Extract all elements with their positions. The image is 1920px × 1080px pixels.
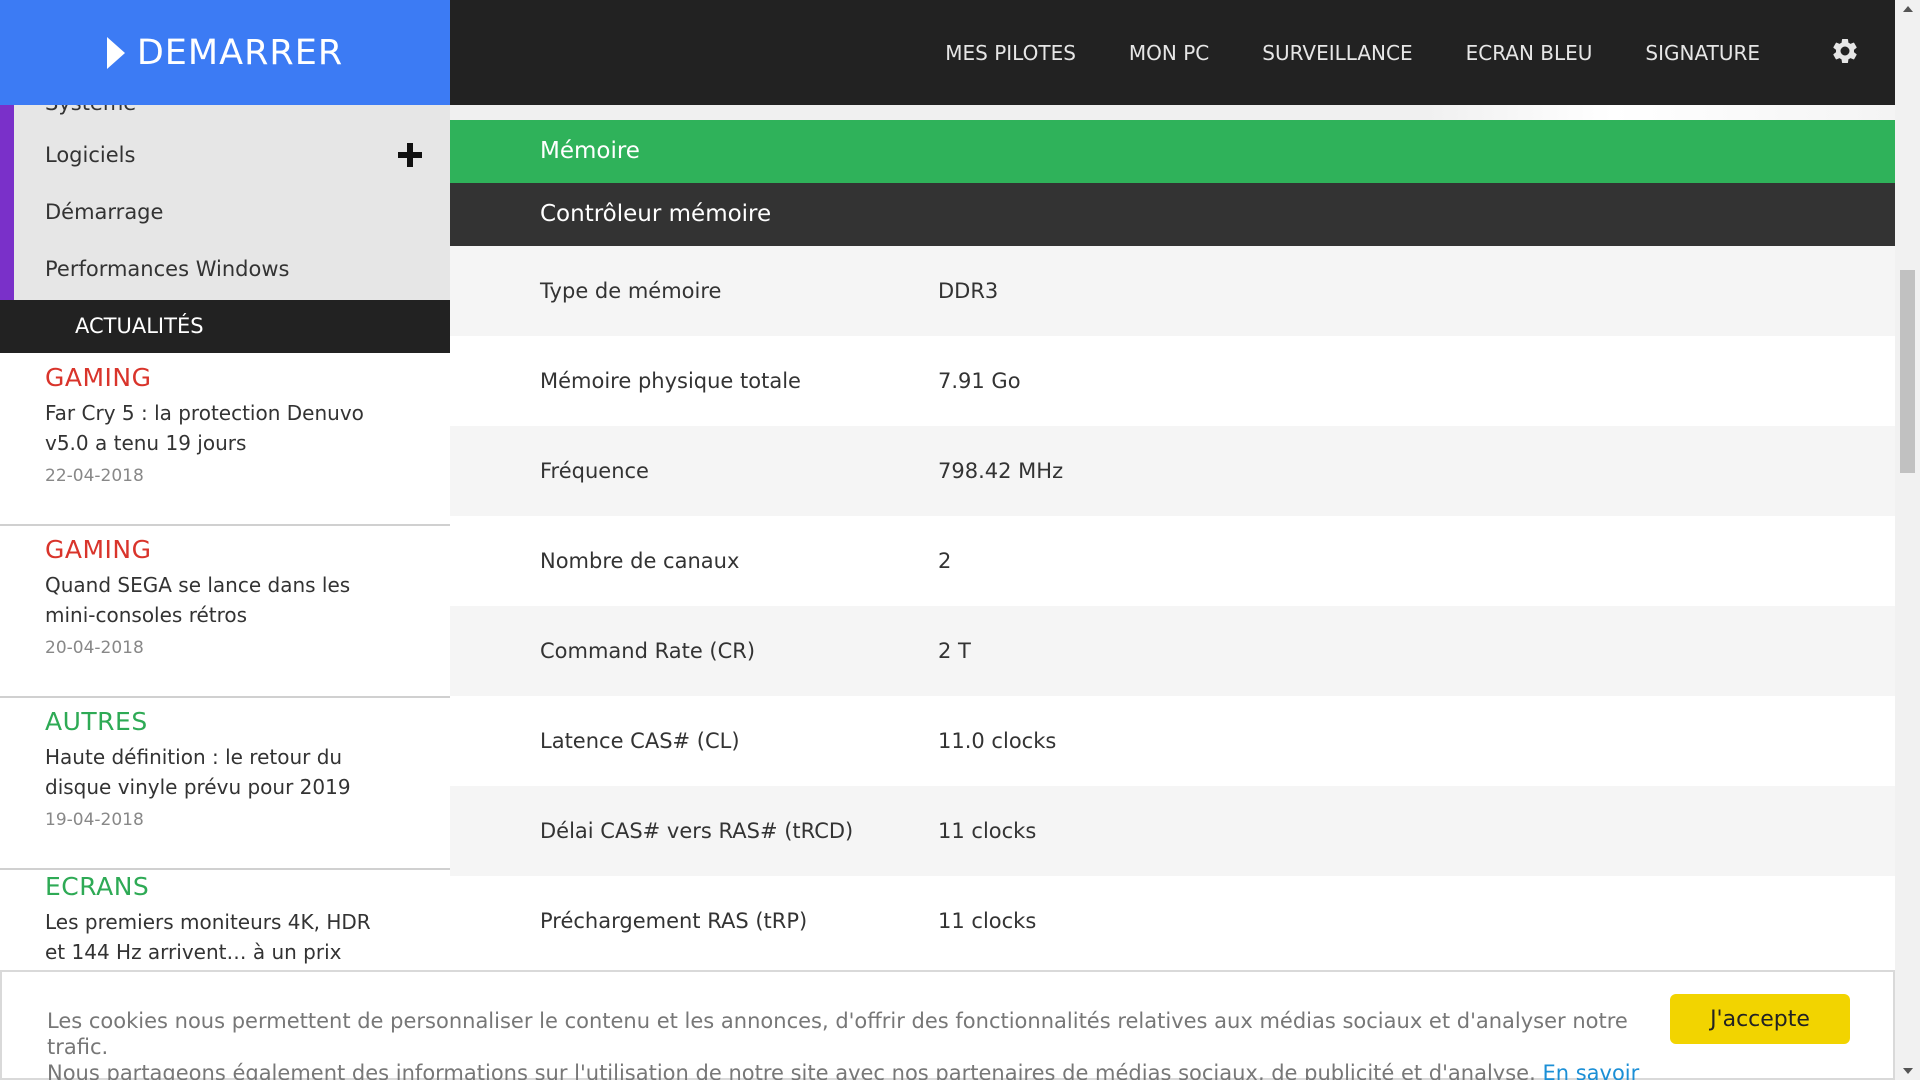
news-category: ECRANS (45, 872, 150, 901)
nav-signature[interactable]: SIGNATURE (1645, 41, 1760, 65)
row-label: Mémoire physique totale (540, 369, 801, 393)
cookie-text: Les cookies nous permettent de personnal… (47, 1008, 1667, 1080)
page-scrollbar[interactable] (1895, 0, 1920, 1080)
table-row: Command Rate (CR) 2 T (450, 606, 1895, 696)
section-title: Mémoire (450, 120, 1895, 183)
banner-strip (450, 105, 1895, 120)
row-value: 2 T (938, 639, 971, 663)
table-row: Fréquence 798.42 MHz (450, 426, 1895, 516)
sidebar-item-systeme[interactable]: Système (45, 105, 136, 115)
row-label: Délai CAS# vers RAS# (tRCD) (540, 819, 854, 843)
row-value: 798.42 MHz (938, 459, 1064, 483)
news-item[interactable]: GAMING Far Cry 5 : la protection Denuvo … (0, 363, 450, 526)
cookie-banner: Les cookies nous permettent de personnal… (0, 970, 1895, 1080)
news-title[interactable]: Far Cry 5 : la protection Denuvo v5.0 a … (45, 398, 395, 458)
row-value: 2 (938, 549, 952, 573)
news-date: 19-04-2018 (45, 810, 144, 830)
news-item[interactable]: GAMING Quand SEGA se lance dans les mini… (0, 535, 450, 698)
scroll-up-arrow-icon[interactable] (1903, 6, 1913, 12)
start-button-label: DEMARRER (136, 32, 344, 73)
table-row: Délai CAS# vers RAS# (tRCD) 11 clocks (450, 786, 1895, 876)
table-row: Mémoire physique totale 7.91 Go (450, 336, 1895, 426)
sidebar-item-performances[interactable]: Performances Windows (45, 257, 289, 281)
news-date: 20-04-2018 (45, 638, 144, 658)
play-icon (106, 36, 125, 69)
top-nav: MES PILOTES MON PC SURVEILLANCE ECRAN BL… (892, 0, 1760, 105)
table-row: Nombre de canaux 2 (450, 516, 1895, 606)
sidebar-menu: Système Logiciels Démarrage Performances… (0, 105, 450, 300)
news-category: GAMING (45, 363, 152, 392)
banner-image (1425, 105, 1895, 120)
memory-table: Type de mémoire DDR3 Mémoire physique to… (450, 246, 1895, 966)
news-category: AUTRES (45, 707, 148, 736)
accept-cookies-button[interactable]: J'accepte (1670, 994, 1850, 1044)
row-value: 11 clocks (938, 819, 1037, 843)
row-label: Latence CAS# (CL) (540, 729, 740, 753)
news-title[interactable]: Quand SEGA se lance dans les mini-consol… (45, 570, 395, 630)
row-label: Nombre de canaux (540, 549, 740, 573)
news-category: GAMING (45, 535, 152, 564)
row-value: 11 clocks (938, 909, 1037, 933)
sidebar-item-demarrage[interactable]: Démarrage (45, 200, 163, 224)
start-button[interactable]: DEMARRER (0, 0, 450, 105)
row-value: 11.0 clocks (938, 729, 1057, 753)
news-list: GAMING Far Cry 5 : la protection Denuvo … (0, 353, 450, 970)
subsection-title: Contrôleur mémoire (450, 183, 1895, 246)
news-date: 22-04-2018 (45, 466, 144, 486)
cookie-text-line2: Nous partageons également des informatio… (47, 1061, 1536, 1080)
row-label: Fréquence (540, 459, 649, 483)
news-item[interactable]: ECRANS Les premiers moniteurs 4K, HDR et… (0, 872, 450, 970)
table-row: Préchargement RAS (tRP) 11 clocks (450, 876, 1895, 966)
expand-plus-icon[interactable] (398, 143, 422, 167)
scroll-down-arrow-icon[interactable] (1903, 1068, 1913, 1074)
nav-surveillance[interactable]: SURVEILLANCE (1262, 41, 1412, 65)
nav-mon-pc[interactable]: MON PC (1129, 41, 1209, 65)
table-row: Latence CAS# (CL) 11.0 clocks (450, 696, 1895, 786)
scrollbar-thumb[interactable] (1900, 270, 1915, 473)
nav-mes-pilotes[interactable]: MES PILOTES (945, 41, 1076, 65)
row-value: DDR3 (938, 279, 999, 303)
table-row: Type de mémoire DDR3 (450, 246, 1895, 336)
nav-ecran-bleu[interactable]: ECRAN BLEU (1466, 41, 1593, 65)
sidebar-item-logiciels[interactable]: Logiciels (45, 143, 135, 167)
news-item[interactable]: AUTRES Haute définition : le retour du d… (0, 707, 450, 870)
top-navigation-bar: MES PILOTES MON PC SURVEILLANCE ECRAN BL… (450, 0, 1895, 105)
row-label: Préchargement RAS (tRP) (540, 909, 808, 933)
row-label: Command Rate (CR) (540, 639, 756, 663)
cookie-text-line1: Les cookies nous permettent de personnal… (47, 1009, 1628, 1059)
news-title[interactable]: Les premiers moniteurs 4K, HDR et 144 Hz… (45, 907, 395, 967)
news-heading: ACTUALITÉS (0, 300, 450, 353)
row-label: Type de mémoire (540, 279, 722, 303)
row-value: 7.91 Go (938, 369, 1021, 393)
news-title[interactable]: Haute définition : le retour du disque v… (45, 742, 395, 802)
gear-icon[interactable] (1830, 36, 1860, 66)
